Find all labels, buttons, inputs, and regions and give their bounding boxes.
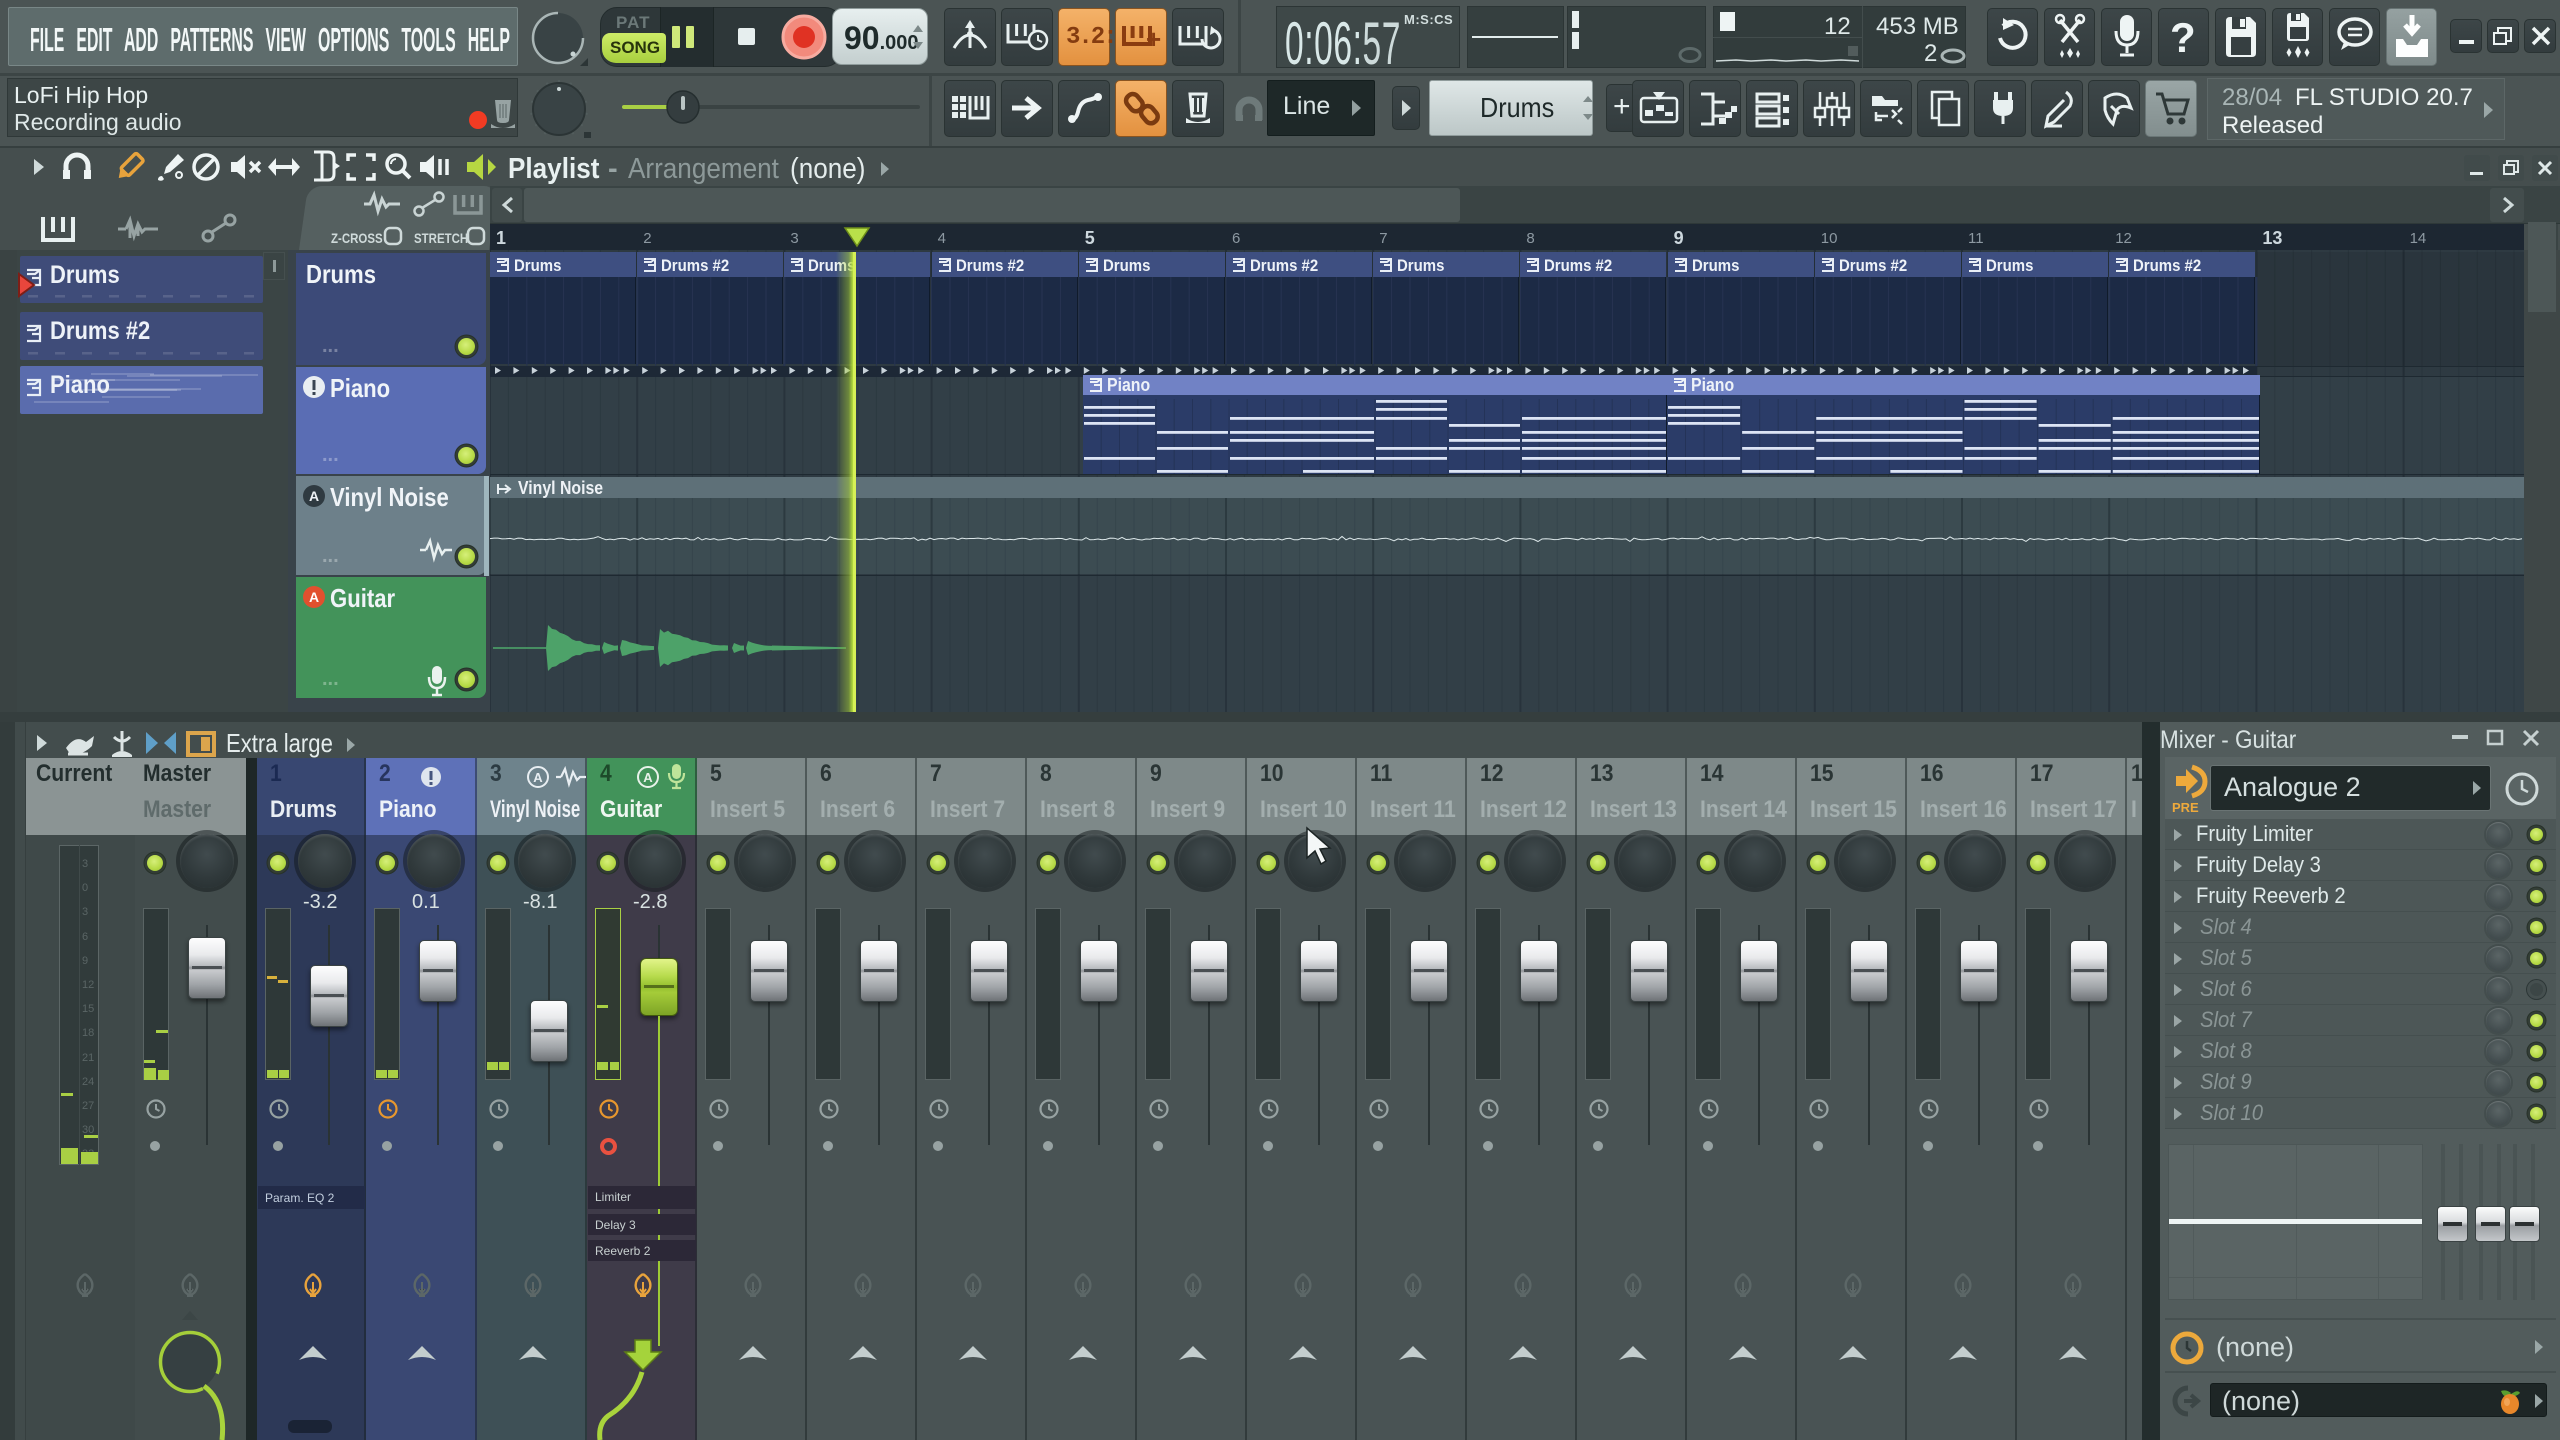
svg-text:A: A — [309, 488, 319, 504]
svg-text:A: A — [309, 589, 319, 605]
svg-text:A: A — [533, 770, 543, 785]
svg-text:A: A — [643, 770, 653, 785]
